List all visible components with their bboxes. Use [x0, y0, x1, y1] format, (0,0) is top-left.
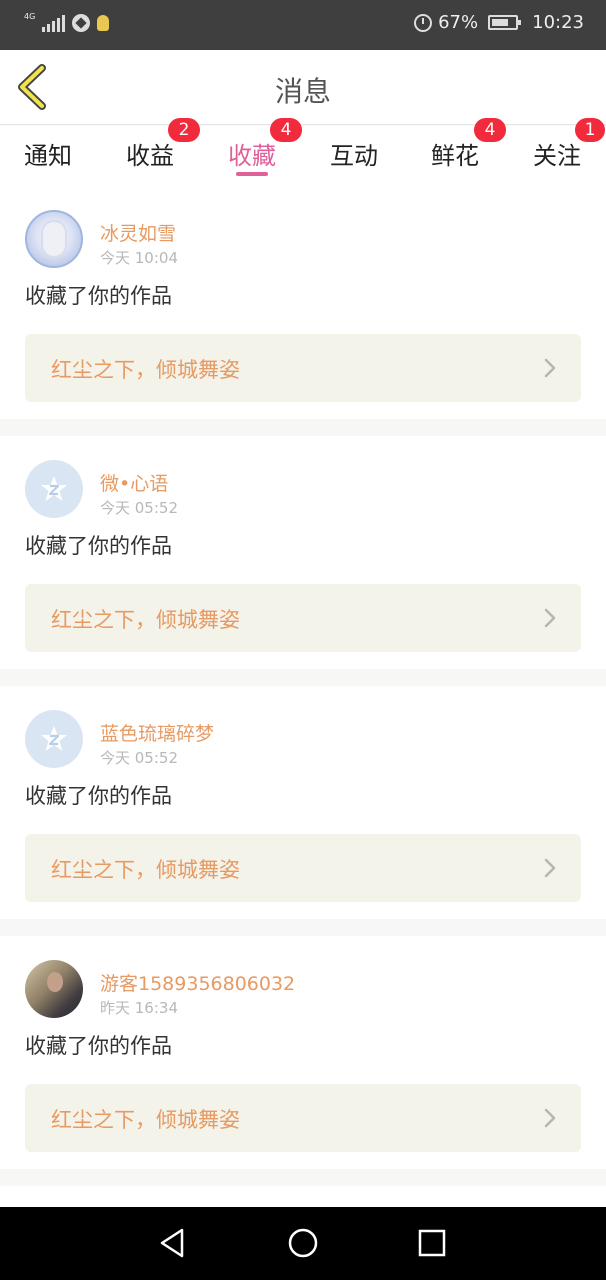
home-nav-icon[interactable]	[287, 1227, 319, 1259]
tab-interactions[interactable]: 互动	[330, 136, 378, 171]
tab-earnings[interactable]: 收益	[126, 136, 174, 171]
chevron-right-icon	[544, 608, 556, 628]
follows-badge: 1	[575, 118, 605, 142]
user-name[interactable]: 微•心语	[100, 469, 168, 496]
user-name[interactable]: 游客1589356806032	[100, 969, 295, 996]
action-text: 收藏了你的作品	[25, 784, 172, 808]
action-text: 收藏了你的作品	[25, 1034, 172, 1058]
app-header: 消息	[0, 50, 606, 125]
user-name[interactable]: 蓝色琉璃碎梦	[100, 719, 214, 746]
favorites-badge: 4	[270, 118, 302, 142]
list-item	[0, 1186, 606, 1207]
timestamp: 昨天 16:34	[100, 999, 178, 1017]
chevron-right-icon	[544, 858, 556, 878]
chevron-right-icon	[544, 358, 556, 378]
network-type: 4G	[24, 12, 36, 21]
flowers-badge: 4	[474, 118, 506, 142]
list-item: 微•心语 今天 05:52 收藏了你的作品 红尘之下，倾城舞姿	[0, 436, 606, 669]
page-title: 消息	[274, 75, 331, 108]
recent-apps-icon[interactable]	[416, 1227, 448, 1259]
bulb-icon	[97, 15, 110, 31]
list-item: 蓝色琉璃碎梦 今天 05:52 收藏了你的作品 红尘之下，倾城舞姿	[0, 686, 606, 919]
action-text: 收藏了你的作品	[25, 534, 172, 558]
work-title: 红尘之下，倾城舞姿	[51, 1108, 240, 1132]
default-avatar-icon	[41, 726, 67, 751]
battery-icon	[488, 15, 522, 30]
avatar[interactable]	[25, 710, 83, 768]
work-link[interactable]: 红尘之下，倾城舞姿	[25, 1084, 581, 1152]
work-link[interactable]: 红尘之下，倾城舞姿	[25, 334, 581, 402]
status-left: 4G	[24, 12, 110, 32]
timestamp: 今天 05:52	[100, 499, 178, 517]
system-nav-bar	[0, 1207, 606, 1280]
timestamp: 今天 05:52	[100, 749, 178, 767]
action-text: 收藏了你的作品	[25, 284, 172, 308]
work-title: 红尘之下，倾城舞姿	[51, 608, 240, 632]
tab-follows[interactable]: 关注	[533, 136, 581, 171]
default-avatar-icon	[41, 476, 67, 501]
earnings-badge: 2	[168, 118, 200, 142]
avatar[interactable]	[25, 960, 83, 1018]
message-tabs: 通知 收益 2 收藏 4 互动 鲜花 4 关注 1	[0, 118, 606, 186]
back-nav-icon[interactable]	[158, 1227, 190, 1259]
avatar[interactable]	[25, 210, 83, 268]
status-right: 67% 10:23	[414, 12, 584, 33]
timestamp: 今天 10:04	[100, 249, 178, 267]
work-title: 红尘之下，倾城舞姿	[51, 858, 240, 882]
active-tab-indicator	[236, 172, 268, 176]
app-icon	[72, 14, 91, 32]
clock: 10:23	[532, 12, 584, 33]
work-title: 红尘之下，倾城舞姿	[51, 358, 240, 382]
list-item: 游客1589356806032 昨天 16:34 收藏了你的作品 红尘之下，倾城…	[0, 936, 606, 1169]
alarm-icon	[414, 13, 433, 32]
work-link[interactable]: 红尘之下，倾城舞姿	[25, 834, 581, 902]
user-name[interactable]: 冰灵如雪	[100, 219, 176, 246]
tab-notifications[interactable]: 通知	[24, 136, 72, 171]
work-link[interactable]: 红尘之下，倾城舞姿	[25, 584, 581, 652]
avatar[interactable]	[25, 460, 83, 518]
tab-favorites[interactable]: 收藏	[228, 136, 276, 171]
chevron-right-icon	[544, 1108, 556, 1128]
status-bar: 4G 67% 10:23	[0, 0, 606, 50]
battery-percent: 67%	[438, 12, 479, 33]
tab-flowers[interactable]: 鲜花	[431, 136, 479, 171]
list-item: 冰灵如雪 今天 10:04 收藏了你的作品 红尘之下，倾城舞姿	[0, 186, 606, 419]
signal-icon	[42, 14, 66, 32]
